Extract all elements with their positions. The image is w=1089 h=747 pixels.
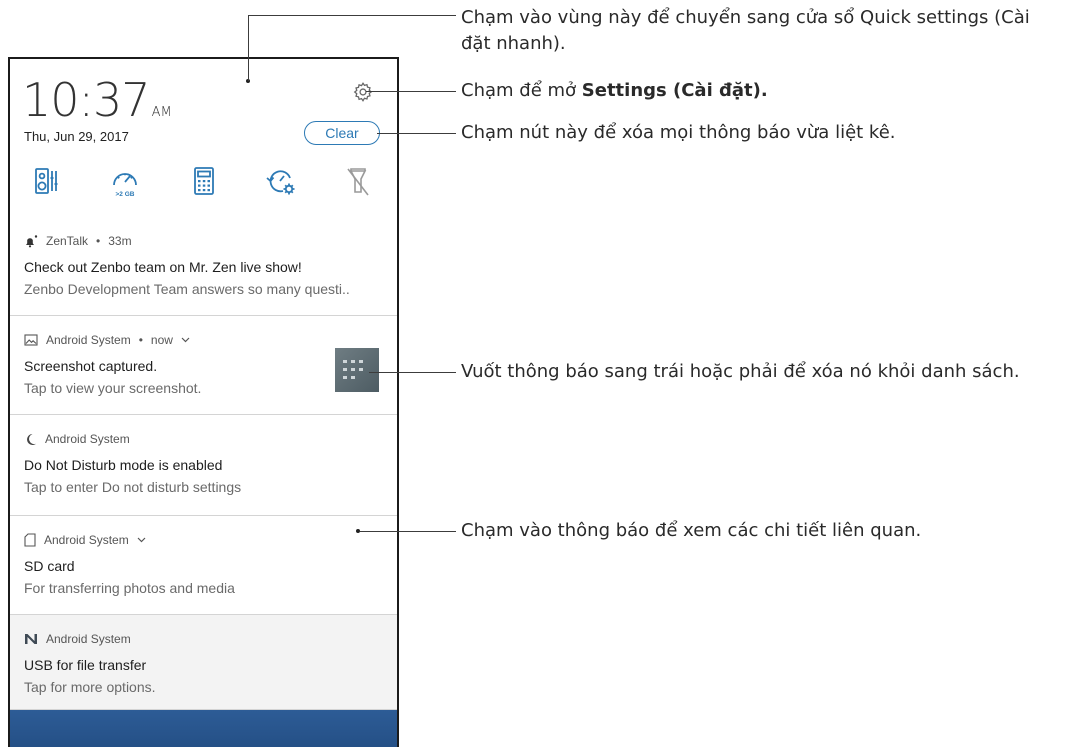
notification-header: Android System <box>24 632 131 646</box>
notification-header: Android System • now <box>24 333 190 347</box>
annotation-tap: Chạm vào thông báo để xem các chi tiết l… <box>461 520 922 541</box>
notification-body: Zenbo Development Team answers so many q… <box>24 281 350 297</box>
flashlight-off-icon[interactable] <box>340 163 376 199</box>
quick-settings-area[interactable]: 10:37 AM Thu, Jun 29, 2017 Clear >2 GB <box>10 59 397 218</box>
notification-title: Screenshot captured. <box>24 358 158 374</box>
home-wallpaper <box>10 710 397 747</box>
android-n-icon <box>25 634 37 644</box>
callout-line-swipe <box>369 372 456 373</box>
auto-start-manager-icon[interactable] <box>263 163 299 199</box>
clear-all-button[interactable]: Clear <box>304 121 380 145</box>
notification-app: Android System <box>46 632 131 646</box>
sd-card-icon <box>24 533 36 547</box>
separator: • <box>96 234 101 248</box>
clock: 10:37 AM <box>22 77 172 123</box>
moon-icon <box>27 433 36 445</box>
clock-ampm: AM <box>151 105 172 120</box>
notification-screenshot[interactable]: Android System • now Screenshot captured… <box>10 316 397 415</box>
annotation-settings: Chạm để mở Settings (Cài đặt). <box>461 78 768 104</box>
calculator-icon[interactable] <box>186 163 222 199</box>
notification-header: Android System <box>24 533 146 547</box>
notification-time: 33m <box>108 234 132 248</box>
notification-body: Tap for more options. <box>24 679 156 695</box>
notification-usb[interactable]: Android System USB for file transfer Tap… <box>10 615 397 710</box>
gear-icon[interactable] <box>352 81 374 103</box>
screenshot-thumbnail <box>335 348 379 392</box>
date: Thu, Jun 29, 2017 <box>24 129 129 144</box>
notification-title: Do Not Disturb mode is enabled <box>24 457 223 473</box>
notification-title: SD card <box>24 558 75 574</box>
annotation-quick-settings-line1: Chạm vào vùng này để chuyển sang cửa sổ … <box>461 7 1030 28</box>
phone-notification-panel: 10:37 AM Thu, Jun 29, 2017 Clear >2 GB Z… <box>8 57 399 747</box>
chevron-down-icon[interactable] <box>181 337 190 343</box>
notification-body: For transferring photos and media <box>24 580 235 596</box>
separator: • <box>138 333 143 347</box>
chevron-down-icon[interactable] <box>137 537 146 543</box>
bell-icon <box>26 235 38 248</box>
notification-app: ZenTalk <box>46 234 89 248</box>
audio-wizard-icon[interactable] <box>28 163 64 199</box>
image-icon <box>24 334 38 346</box>
annotation-quick-settings: Chạm vào vùng này để chuyển sang cửa sổ … <box>461 5 1030 57</box>
callout-line-tap <box>360 531 456 532</box>
boost-memory-icon[interactable]: >2 GB <box>107 163 143 199</box>
notification-zentalk[interactable]: ZenTalk • 33m Check out Zenbo team on Mr… <box>10 217 397 316</box>
boost-memory-label: >2 GB <box>116 191 135 198</box>
annotation-settings-text: Chạm để mở <box>461 80 582 101</box>
notification-app: Android System <box>45 432 130 446</box>
notification-sd-card[interactable]: Android System SD card For transferring … <box>10 516 397 615</box>
annotation-quick-settings-line2: đặt nhanh). <box>461 33 566 54</box>
notification-app: Android System <box>46 333 131 347</box>
notification-app: Android System <box>44 533 129 547</box>
annotation-clear: Chạm nút này để xóa mọi thông báo vừa li… <box>461 122 896 143</box>
notification-title: Check out Zenbo team on Mr. Zen live sho… <box>24 259 302 275</box>
notification-title: USB for file transfer <box>24 657 147 673</box>
notification-header: ZenTalk • 33m <box>24 234 132 248</box>
clock-time: 10:37 <box>22 73 151 127</box>
notification-do-not-disturb[interactable]: Android System Do Not Disturb mode is en… <box>10 415 397 516</box>
annotation-swipe: Vuốt thông báo sang trái hoặc phải để xó… <box>461 361 1020 382</box>
annotation-settings-bold: Settings (Cài đặt). <box>581 80 768 101</box>
callout-line-clear <box>377 133 456 134</box>
notification-time: now <box>150 333 173 347</box>
callout-line-quick-settings <box>248 15 456 16</box>
notification-header: Android System <box>24 432 130 446</box>
callout-line-quick-settings-vertical <box>248 15 249 81</box>
notification-body: Tap to view your screenshot. <box>24 380 202 396</box>
callout-line-settings <box>366 91 456 92</box>
notification-body: Tap to enter Do not disturb settings <box>24 479 242 495</box>
